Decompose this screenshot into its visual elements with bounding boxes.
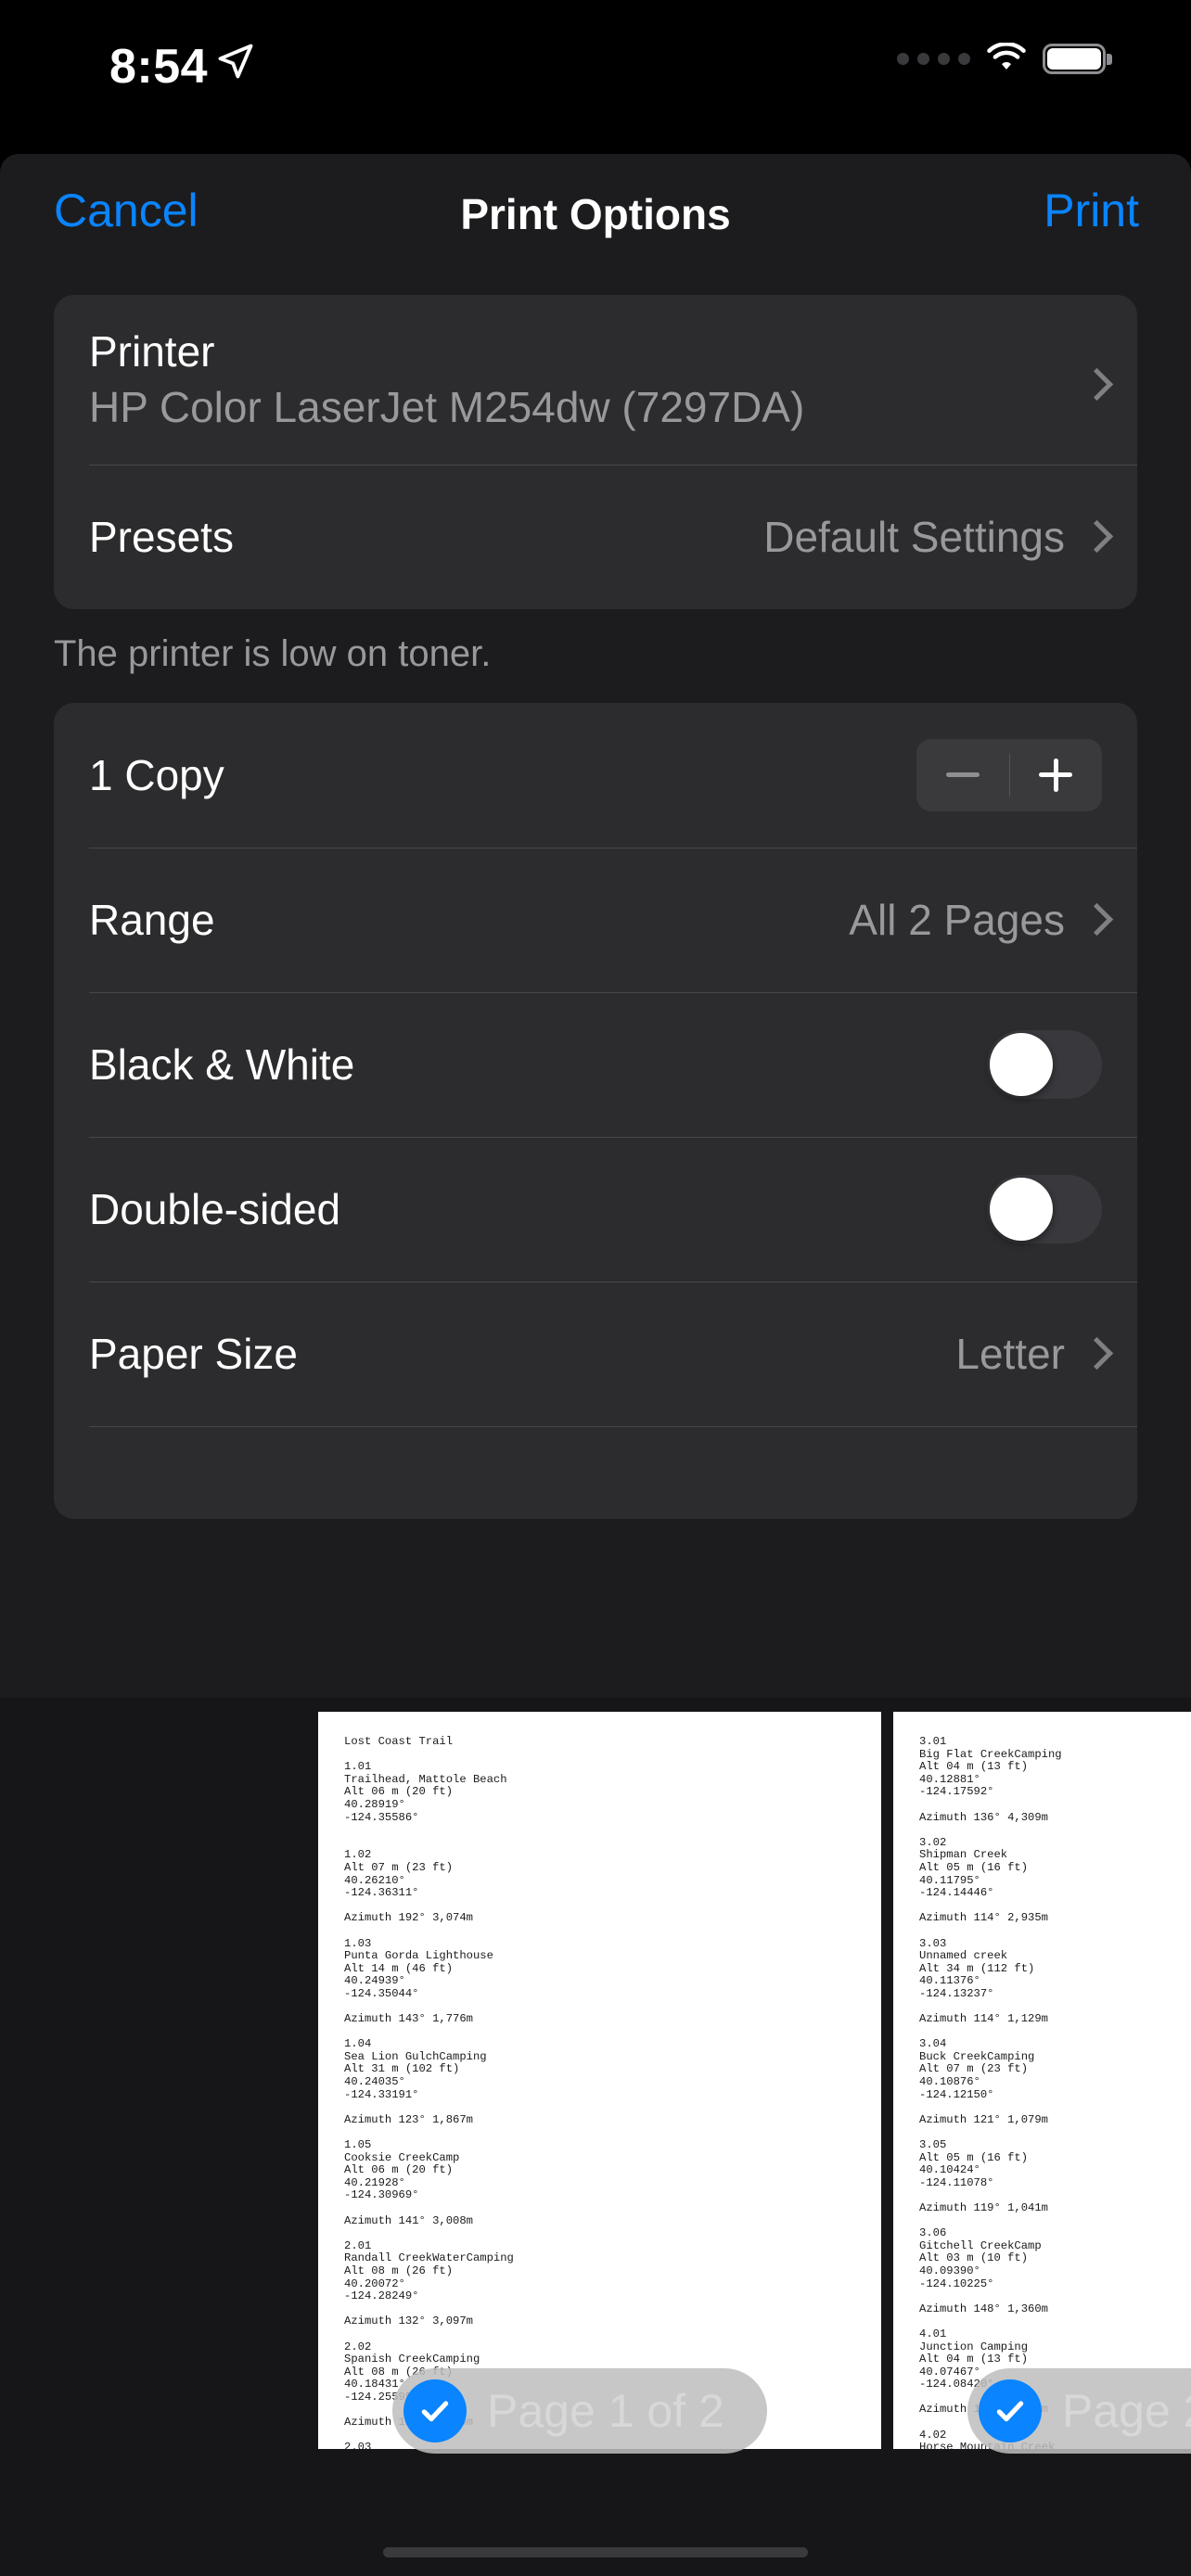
paper-size-row-label: Paper Size — [89, 1329, 299, 1378]
printer-row[interactable]: Printer HP Color LaserJet M254dw (7297DA… — [54, 295, 1137, 465]
page-2-selected-badge[interactable]: Page 2 of 2 — [967, 2368, 1191, 2454]
range-row-value: All 2 Pages — [849, 895, 1065, 944]
black-white-row: Black & White — [54, 991, 1137, 1137]
black-white-row-label: Black & White — [89, 1039, 355, 1089]
page-2-content: 3.01 Big Flat CreekCamping Alt 04 m (13 … — [919, 1735, 1062, 2449]
page-thumbnail-2[interactable]: 3.01 Big Flat CreekCamping Alt 04 m (13 … — [893, 1712, 1191, 2449]
page-2-badge-label: Page 2 of 2 — [1062, 2385, 1191, 2437]
page-thumbnail-1[interactable]: Lost Coast Trail 1.01 Trailhead, Mattole… — [318, 1712, 881, 2449]
sheet-navbar: Cancel Print Options Print — [0, 154, 1191, 267]
chevron-right-icon — [1085, 522, 1102, 552]
printer-row-value: HP Color LaserJet M254dw (7297DA) — [89, 382, 805, 431]
page-1-content: Lost Coast Trail 1.01 Trailhead, Mattole… — [344, 1735, 514, 2449]
status-bar: 8:54 — [0, 0, 1191, 154]
chevron-right-icon — [1085, 370, 1102, 400]
toggle-knob — [990, 1177, 1053, 1241]
copies-row: 1 Copy — [54, 703, 1137, 848]
chevron-right-icon — [1085, 905, 1102, 935]
double-sided-toggle[interactable] — [987, 1174, 1102, 1243]
iphone-screen: 8:54 Cancel Print Options Print Printer … — [0, 0, 1191, 2576]
paper-size-row-value: Letter — [955, 1329, 1065, 1378]
double-sided-row-label: Double-sided — [89, 1184, 341, 1233]
presets-row-value: Default Settings — [763, 512, 1065, 561]
checkmark-circle-icon — [403, 2379, 467, 2442]
printer-status-note: The printer is low on toner. — [54, 632, 492, 674]
cellular-dots-icon — [897, 52, 970, 65]
range-row[interactable]: Range All 2 Pages — [54, 847, 1137, 992]
paper-size-row[interactable]: Paper Size Letter — [54, 1281, 1137, 1426]
home-indicator[interactable] — [383, 2547, 808, 2557]
battery-full-icon — [1043, 43, 1112, 74]
location-arrow-icon — [218, 44, 253, 79]
page-1-selected-badge[interactable]: Page 1 of 2 — [392, 2368, 767, 2454]
print-options-sheet: Cancel Print Options Print Printer HP Co… — [0, 154, 1191, 1698]
wifi-icon — [987, 43, 1026, 70]
double-sided-row: Double-sided — [54, 1136, 1137, 1282]
range-row-label: Range — [89, 895, 215, 944]
copies-stepper[interactable] — [916, 738, 1103, 811]
printer-card: Printer HP Color LaserJet M254dw (7297DA… — [54, 295, 1137, 609]
status-bar-time: 8:54 — [109, 40, 209, 94]
page-title: Print Options — [460, 190, 731, 238]
page-preview-strip[interactable]: Lost Coast Trail 1.01 Trailhead, Mattole… — [0, 1698, 1191, 2576]
printer-row-label: Printer — [89, 327, 215, 376]
chevron-right-icon — [1085, 1339, 1102, 1369]
page-1-badge-label: Page 1 of 2 — [487, 2385, 724, 2437]
status-bar-indicators — [897, 43, 1112, 74]
print-settings-card: 1 Copy Range All 2 Pages Black & White D… — [54, 702, 1137, 1519]
toggle-knob — [990, 1032, 1053, 1096]
presets-row-label: Presets — [89, 512, 234, 561]
presets-row[interactable]: Presets Default Settings — [54, 464, 1137, 609]
increment-copies-button[interactable] — [1010, 739, 1103, 811]
checkmark-circle-icon — [979, 2379, 1042, 2442]
additional-options-row-clipped[interactable] — [54, 1425, 1137, 1519]
decrement-copies-button[interactable] — [916, 739, 1009, 811]
black-white-toggle[interactable] — [987, 1029, 1102, 1099]
print-button[interactable]: Print — [1044, 187, 1139, 234]
copies-row-label: 1 Copy — [89, 750, 224, 799]
